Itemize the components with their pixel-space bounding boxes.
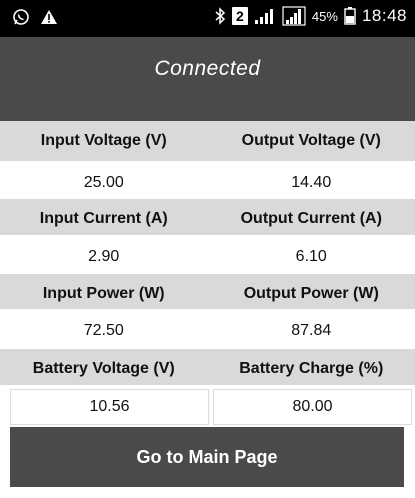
- voltage-label-row: Input Voltage (V) Output Voltage (V): [0, 121, 415, 161]
- status-clock: 18:48: [361, 6, 407, 25]
- input-voltage-label: Input Voltage (V): [40, 132, 167, 149]
- warning-icon: [40, 9, 58, 25]
- battery-voltage-value: 10.56: [10, 389, 209, 425]
- power-label-row: Input Power (W) Output Power (W): [0, 274, 415, 314]
- battery-label-row: Battery Voltage (V) Battery Charge (%): [0, 349, 415, 389]
- input-current-value: 2.90: [88, 248, 120, 265]
- connection-status-title: Connected: [154, 57, 261, 80]
- output-current-value: 6.10: [295, 248, 327, 265]
- signal-icon: [254, 7, 276, 25]
- sim-2-icon: 2: [231, 7, 248, 25]
- output-power-value: 87.84: [291, 322, 332, 339]
- app-header: Connected: [0, 37, 415, 121]
- status-bar: 2 45% 18:48: [0, 0, 415, 37]
- app-screen: 2 45% 18:48 Connected Input Voltage (V) …: [0, 0, 415, 498]
- output-power-label: Output Power (W): [243, 285, 379, 302]
- battery-charge-label: Battery Charge (%): [239, 360, 384, 377]
- current-label-row: Input Current (A) Output Current (A): [0, 199, 415, 239]
- whatsapp-icon: [12, 8, 30, 26]
- input-power-label: Input Power (W): [42, 285, 165, 302]
- input-current-label: Input Current (A): [39, 210, 168, 227]
- bluetooth-icon: [214, 7, 226, 25]
- output-voltage-label: Output Voltage (V): [241, 132, 381, 149]
- battery-icon: [344, 7, 356, 25]
- current-value-row: 2.90 6.10: [0, 235, 415, 279]
- go-to-main-page-button[interactable]: Go to Main Page: [10, 427, 404, 487]
- input-power-value: 72.50: [83, 322, 124, 339]
- battery-percent: 45%: [311, 8, 338, 24]
- battery-charge-value: 80.00: [213, 389, 412, 425]
- status-system: 2 45% 18:48: [214, 6, 407, 26]
- battery-value-row: 10.56 80.00: [0, 385, 415, 429]
- power-value-row: 72.50 87.84: [0, 309, 415, 353]
- battery-voltage-label: Battery Voltage (V): [32, 360, 175, 377]
- signal-icon-2: [282, 6, 306, 26]
- status-notifications: [12, 8, 58, 26]
- output-current-label: Output Current (A): [240, 210, 382, 227]
